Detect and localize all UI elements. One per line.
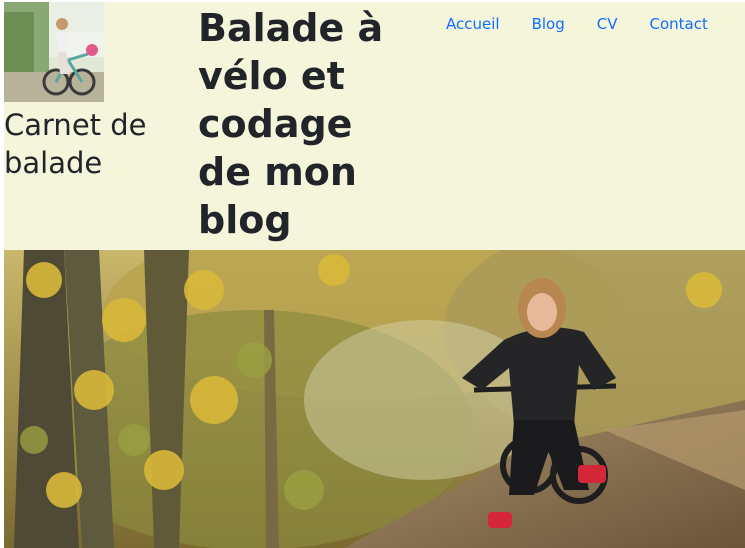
main-nav: Accueil Blog CV Contact	[430, 11, 724, 37]
forest-cyclist-photo-icon	[4, 250, 745, 548]
nav-link-contact[interactable]: Contact	[633, 11, 723, 37]
nav-link-accueil[interactable]: Accueil	[430, 11, 516, 37]
site-header: Carnet de balade Balade à vélo et codage…	[4, 2, 745, 250]
nav-link-cv[interactable]: CV	[581, 11, 634, 37]
nav-link-blog[interactable]: Blog	[516, 11, 581, 37]
page: Carnet de balade Balade à vélo et codage…	[0, 0, 745, 548]
cyclist-logo-icon	[4, 2, 104, 102]
site-title: Balade à vélo et codage de mon blog	[198, 6, 384, 242]
brand-name: Carnet de balade	[4, 108, 147, 180]
hero-image	[4, 250, 745, 548]
logo-image[interactable]	[4, 2, 104, 102]
